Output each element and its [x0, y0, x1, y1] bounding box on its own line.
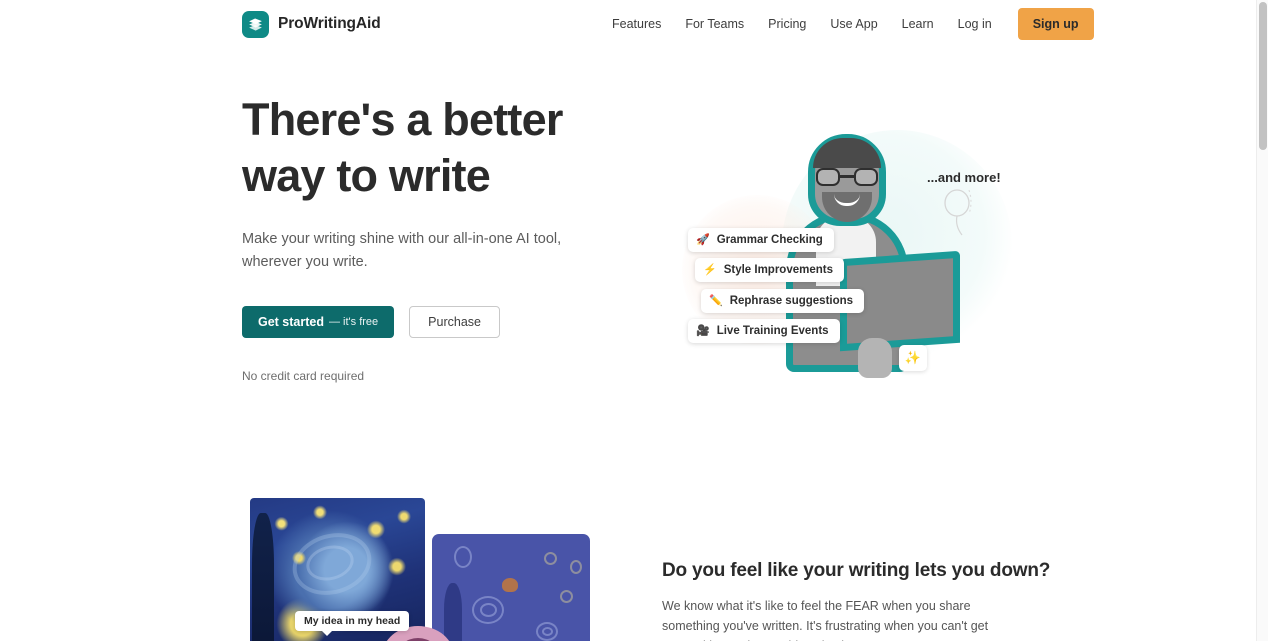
- book-pages-icon: [242, 10, 269, 38]
- pencil-icon: ✏️: [709, 294, 723, 307]
- balloon-icon: [942, 188, 976, 236]
- artwork-comparison: My idea in my head: [250, 498, 590, 641]
- feature-pill-label: Rephrase suggestions: [729, 295, 854, 307]
- scrollbar-thumb[interactable]: [1259, 2, 1267, 150]
- feature-pill-grammar-checking: 🚀 Grammar Checking: [688, 228, 834, 252]
- get-started-note: — it's free: [329, 316, 379, 328]
- site-header: ProWritingAid Features For Teams Pricing…: [0, 0, 1256, 48]
- page-root: ProWritingAid Features For Teams Pricing…: [0, 0, 1268, 641]
- artwork-caption: My idea in my head: [295, 611, 410, 636]
- lower-section: My idea in my head Do you feel like your…: [0, 498, 1256, 641]
- lower-section-body: We know what it's like to feel the FEAR …: [662, 599, 989, 641]
- nav-item-use-app[interactable]: Use App: [818, 6, 889, 42]
- nav-item-log-in[interactable]: Log in: [946, 6, 1004, 42]
- nav-item-learn[interactable]: Learn: [890, 6, 946, 42]
- glasses-icon: [816, 168, 878, 186]
- feature-pill-label: Style Improvements: [723, 264, 833, 276]
- sign-up-button[interactable]: Sign up: [1017, 8, 1094, 40]
- and-more-label: ...and more!: [927, 170, 1001, 185]
- nav-item-features[interactable]: Features: [600, 6, 673, 42]
- hero-cta-group: Get started — it's free Purchase: [242, 306, 662, 338]
- lightning-icon: ⚡: [703, 263, 717, 276]
- main-nav: Features For Teams Pricing Use App Learn…: [600, 6, 1094, 42]
- hero-section: There's a better way to write Make your …: [242, 92, 662, 383]
- rocket-icon: 🚀: [696, 233, 710, 246]
- page-scrollbar[interactable]: [1256, 0, 1268, 641]
- feature-pill-rephrase-suggestions: ✏️ Rephrase suggestions: [701, 289, 865, 313]
- nav-item-pricing[interactable]: Pricing: [756, 6, 818, 42]
- sparkle-icon: ✨: [899, 345, 927, 371]
- purchase-button[interactable]: Purchase: [409, 306, 500, 338]
- hero-subheading: Make your writing shine with our all-in-…: [242, 231, 562, 270]
- nav-item-for-teams[interactable]: For Teams: [673, 6, 756, 42]
- get-started-button[interactable]: Get started — it's free: [242, 306, 395, 338]
- feature-pill-label: Grammar Checking: [716, 234, 823, 246]
- person-hand: [858, 338, 892, 378]
- brand-name: ProWritingAid: [278, 15, 381, 32]
- feature-pill-style-improvements: ⚡ Style Improvements: [695, 258, 844, 282]
- lower-section-heading: Do you feel like your writing lets you d…: [662, 560, 1051, 581]
- hero-illustration: ✨ 🚀 Grammar Checking ⚡ Style Improvement…: [662, 100, 1062, 390]
- get-started-label: Get started: [258, 315, 324, 329]
- feature-pill-live-training-events: 🎥 Live Training Events: [688, 319, 840, 343]
- lower-section-copy: Do you feel like your writing lets you d…: [662, 560, 1051, 641]
- brand-logo-link[interactable]: ProWritingAid: [242, 10, 381, 38]
- no-credit-card-note: No credit card required: [242, 369, 365, 383]
- hero-heading: There's a better way to write: [242, 94, 563, 201]
- feature-pill-label: Live Training Events: [716, 325, 829, 337]
- video-camera-icon: 🎥: [696, 324, 710, 337]
- sketch-version-artwork: [432, 534, 590, 641]
